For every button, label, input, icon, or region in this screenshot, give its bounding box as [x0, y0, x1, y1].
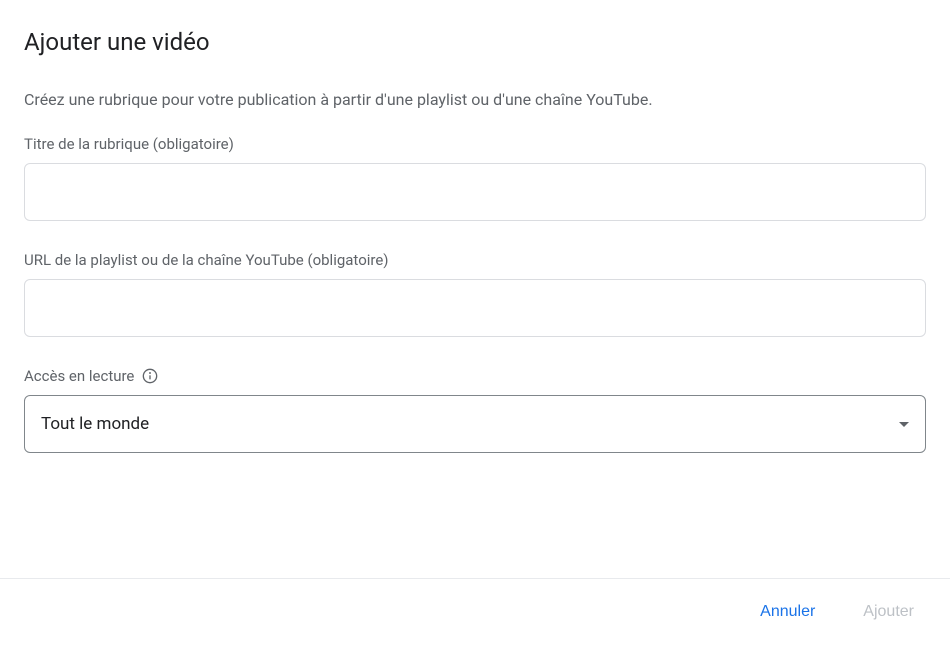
access-field: Accès en lecture Tout le monde — [24, 367, 926, 453]
add-button[interactable]: Ajouter — [851, 595, 926, 629]
access-selected-value: Tout le monde — [41, 414, 149, 434]
access-label: Accès en lecture — [24, 367, 926, 385]
title-field: Titre de la rubrique (obligatoire) — [24, 135, 926, 221]
access-select[interactable]: Tout le monde — [24, 395, 926, 453]
access-label-text: Accès en lecture — [24, 367, 134, 385]
chevron-down-icon — [899, 422, 909, 427]
url-input[interactable] — [24, 279, 926, 337]
title-input[interactable] — [24, 163, 926, 221]
add-video-dialog: Ajouter une vidéo Créez une rubrique pou… — [0, 0, 950, 453]
dialog-actions: Annuler Ajouter — [0, 578, 950, 645]
cancel-button[interactable]: Annuler — [748, 595, 827, 629]
dialog-description: Créez une rubrique pour votre publicatio… — [24, 90, 926, 109]
url-label: URL de la playlist ou de la chaîne YouTu… — [24, 251, 926, 269]
url-field: URL de la playlist ou de la chaîne YouTu… — [24, 251, 926, 337]
title-label: Titre de la rubrique (obligatoire) — [24, 135, 926, 153]
info-icon[interactable] — [142, 368, 158, 384]
dialog-title: Ajouter une vidéo — [24, 28, 926, 56]
